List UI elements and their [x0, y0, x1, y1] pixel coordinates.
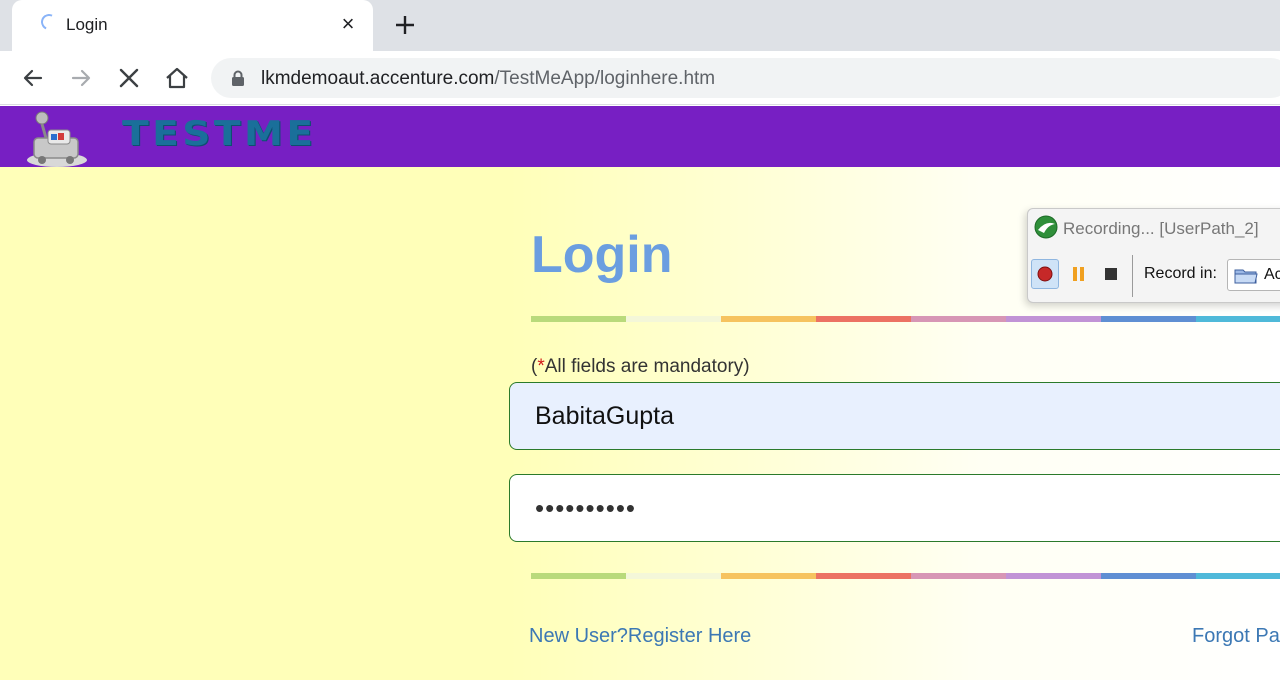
record-in-label: Record in: — [1144, 265, 1217, 282]
url-host: lkmdemoaut.accenture.com — [261, 68, 495, 89]
rainbow-segment — [1196, 573, 1280, 579]
pause-icon — [1073, 267, 1084, 281]
loading-spinner-icon — [38, 11, 60, 33]
forward-arrow-icon[interactable] — [66, 63, 96, 93]
url-text[interactable]: lkmdemoaut.accenture.com/TestMeApp/login… — [261, 68, 715, 90]
record-icon — [1037, 266, 1053, 282]
back-arrow-icon[interactable] — [18, 63, 48, 93]
recorder-divider — [1132, 255, 1133, 297]
forgot-password-link[interactable]: Forgot Pa — [1192, 625, 1280, 648]
password-field-wrapper[interactable]: •••••••••• — [509, 474, 1280, 542]
site-logo-text[interactable]: TESTME — [122, 114, 317, 154]
new-tab-icon[interactable] — [391, 11, 419, 39]
rainbow-segment — [1196, 316, 1280, 322]
rainbow-segment — [626, 573, 721, 579]
rainbow-segment — [1101, 573, 1196, 579]
browser-tab-strip: Login × — [0, 0, 1280, 51]
rainbow-segment — [626, 316, 721, 322]
record-in-value: Ac — [1264, 266, 1280, 283]
rainbow-divider-bottom — [531, 573, 1280, 579]
stop-icon — [1105, 268, 1117, 280]
stop-loading-icon[interactable] — [114, 63, 144, 93]
username-field-wrapper — [509, 382, 1280, 450]
home-icon[interactable] — [162, 63, 192, 93]
record-button[interactable] — [1031, 259, 1059, 289]
recorder-panel[interactable]: Recording... [UserPath_2] Record in: Ac — [1027, 208, 1280, 303]
rainbow-segment — [1006, 573, 1101, 579]
url-path: /TestMeApp/loginhere.htm — [494, 68, 716, 89]
required-star: * — [537, 356, 545, 377]
rainbow-divider-top — [531, 316, 1280, 322]
rainbow-segment — [531, 573, 626, 579]
browser-toolbar: lkmdemoaut.accenture.com/TestMeApp/login… — [0, 51, 1280, 105]
stop-button[interactable] — [1097, 259, 1125, 289]
rainbow-segment — [911, 573, 1006, 579]
rainbow-segment — [911, 316, 1006, 322]
mandatory-text: All fields are mandatory) — [544, 356, 750, 377]
folder-icon — [1234, 269, 1258, 284]
page-title: Login — [531, 226, 673, 284]
rainbow-segment — [721, 316, 816, 322]
register-link[interactable]: New User?Register Here — [529, 625, 751, 648]
rainbow-segment — [721, 573, 816, 579]
password-input[interactable]: •••••••••• — [535, 495, 636, 521]
pause-button[interactable] — [1065, 259, 1093, 289]
mandatory-note: (*All fields are mandatory) — [531, 356, 750, 378]
tab-title: Login — [66, 15, 108, 34]
username-input[interactable] — [510, 383, 1280, 449]
record-in-select[interactable]: Ac — [1227, 259, 1280, 291]
tab-close-icon[interactable]: × — [337, 13, 359, 35]
lock-icon[interactable] — [231, 70, 245, 86]
rainbow-segment — [816, 316, 911, 322]
rainbow-segment — [531, 316, 626, 322]
site-header: TESTME — [0, 106, 1280, 167]
recorder-logo-icon — [1034, 215, 1058, 239]
rainbow-segment — [1006, 316, 1101, 322]
browser-tab-login[interactable]: Login × — [12, 0, 373, 51]
rainbow-segment — [816, 573, 911, 579]
recorder-title: Recording... [UserPath_2] — [1063, 219, 1259, 238]
rainbow-segment — [1101, 316, 1196, 322]
address-bar[interactable]: lkmdemoaut.accenture.com/TestMeApp/login… — [211, 58, 1280, 98]
shopping-cart-logo-icon[interactable] — [24, 108, 90, 168]
